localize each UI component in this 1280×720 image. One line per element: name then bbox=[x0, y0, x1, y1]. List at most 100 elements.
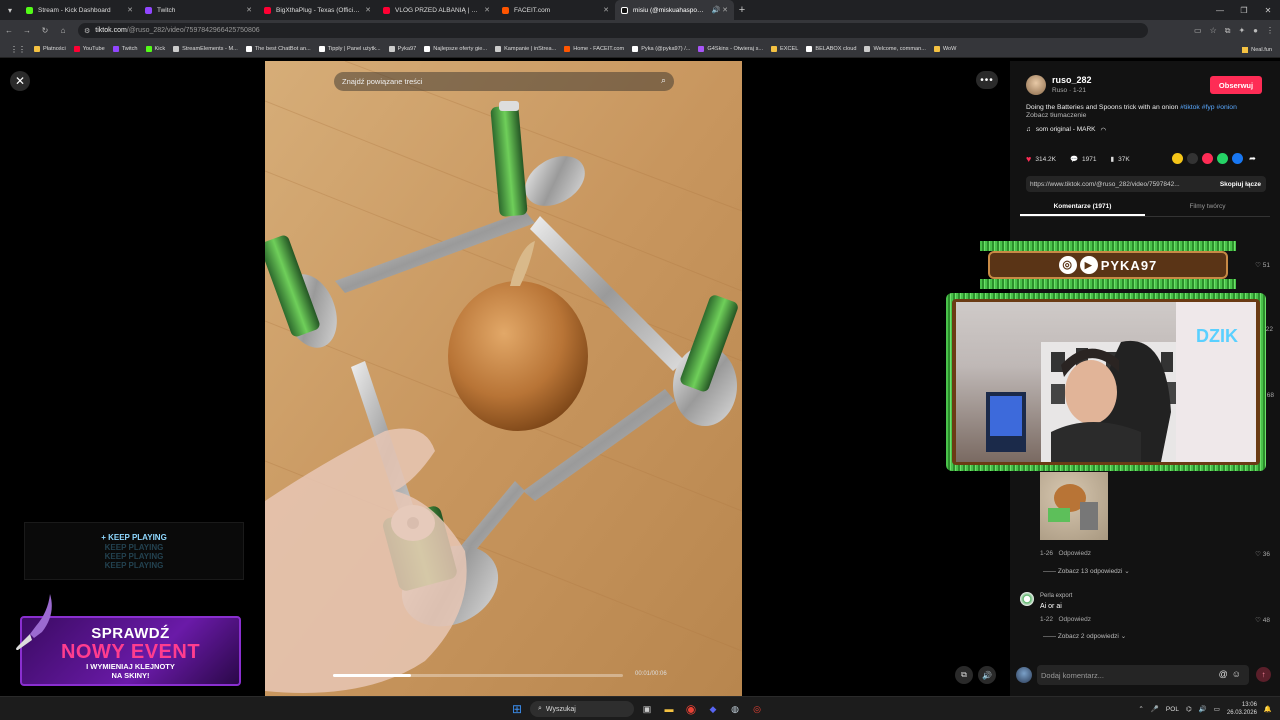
steam-icon[interactable]: ◍ bbox=[726, 700, 744, 718]
comment-image[interactable] bbox=[1040, 472, 1108, 540]
comment-like-count[interactable]: ♡ 36 bbox=[1255, 550, 1270, 558]
bookmark-item[interactable]: Twitch bbox=[109, 46, 142, 52]
new-tab-button[interactable]: + bbox=[734, 4, 750, 16]
mic-icon[interactable]: 🎤 bbox=[1151, 705, 1159, 713]
pip-icon[interactable]: ⧉ bbox=[955, 666, 973, 684]
pink-share-icon[interactable] bbox=[1202, 153, 1213, 164]
language-indicator[interactable]: POL bbox=[1166, 706, 1179, 713]
comment-avatar[interactable] bbox=[1020, 592, 1034, 606]
profile-icon[interactable]: ● bbox=[1253, 26, 1258, 35]
tab-comments[interactable]: Komentarze (1971) bbox=[1020, 199, 1145, 216]
follow-button[interactable]: Obserwuj bbox=[1210, 76, 1262, 94]
reply-button[interactable]: Odpowiedz bbox=[1058, 550, 1091, 557]
related-search-input[interactable]: Znajdź powiązane treści ⌕ bbox=[334, 72, 674, 91]
bookmark-item[interactable]: Pyka97 bbox=[385, 46, 421, 52]
task-view-icon[interactable]: ▣ bbox=[638, 700, 656, 718]
embed-icon[interactable] bbox=[1187, 153, 1198, 164]
minimize-icon[interactable]: — bbox=[1208, 0, 1232, 20]
extensions-icon[interactable]: ⧉ bbox=[1225, 26, 1231, 36]
cast-icon[interactable]: ▭ bbox=[1194, 26, 1202, 35]
hashtags[interactable]: #tiktok #fyp #onion bbox=[1180, 104, 1237, 111]
view-replies-link[interactable]: —— Zobacz 2 odpowiedzi ⌄ bbox=[1043, 632, 1126, 640]
app-icon[interactable]: ◎ bbox=[748, 700, 766, 718]
chrome-icon[interactable]: ◉ bbox=[682, 700, 700, 718]
tab-faceit[interactable]: FACEIT.com ✕ bbox=[496, 0, 615, 20]
maximize-icon[interactable]: ❐ bbox=[1232, 0, 1256, 20]
menu-kebab-icon[interactable]: ⋮ bbox=[1266, 26, 1274, 35]
bookmark-item[interactable]: G4Skins - Otwieraj s... bbox=[694, 46, 767, 52]
see-translation-link[interactable]: Zobacz tłumaczenie bbox=[1026, 112, 1086, 119]
clock[interactable]: 13:06 26.03.2026 bbox=[1227, 701, 1257, 717]
bookmark-item[interactable]: Home - FACEIT.com bbox=[560, 46, 628, 52]
comment-like-count[interactable]: ♡ 51 bbox=[1255, 261, 1270, 269]
whatsapp-icon[interactable] bbox=[1217, 153, 1228, 164]
comment-stat[interactable]: 💬 1971 bbox=[1070, 155, 1097, 164]
video-link[interactable]: https://www.tiktok.com/@ruso_282/video/7… bbox=[1030, 181, 1215, 188]
windows-start-icon[interactable]: ⊞ bbox=[508, 700, 526, 718]
bookmark-star-icon[interactable]: ☆ bbox=[1210, 26, 1217, 35]
reload-icon[interactable]: ↻ bbox=[36, 20, 54, 41]
apps-grid-icon[interactable]: ⋮⋮ bbox=[6, 45, 30, 54]
tab-creator-videos[interactable]: Filmy twórcy bbox=[1145, 199, 1270, 216]
comment-input[interactable]: Dodaj komentarz... @☺ bbox=[1037, 665, 1249, 685]
bookmark-item[interactable]: Płatności bbox=[30, 46, 70, 52]
tab-search-icon[interactable]: ▾ bbox=[0, 0, 20, 20]
volume-icon[interactable]: 🔊 bbox=[978, 666, 996, 684]
copy-link-button[interactable]: Skopiuj łącze bbox=[1215, 181, 1266, 188]
comment-like-count[interactable]: 68 bbox=[1267, 392, 1274, 399]
share-arrow-icon[interactable]: ➦ bbox=[1247, 153, 1258, 164]
facebook-icon[interactable] bbox=[1232, 153, 1243, 164]
close-tab-icon[interactable]: ✕ bbox=[127, 6, 133, 14]
share-yellow-icon[interactable] bbox=[1172, 153, 1183, 164]
video-player[interactable] bbox=[265, 61, 742, 696]
tab-tiktok[interactable]: misiu (@miskuahaspoko) | 🔊 ✕ bbox=[615, 0, 734, 20]
music-row[interactable]: ♫ som original - MARK ◠ bbox=[1026, 126, 1106, 134]
close-tab-icon[interactable]: ✕ bbox=[603, 6, 609, 14]
more-options-button[interactable]: ••• bbox=[976, 71, 998, 89]
creator-username[interactable]: ruso_282 bbox=[1052, 75, 1092, 85]
tab-twitch[interactable]: Twitch ✕ bbox=[139, 0, 258, 20]
bookmark-item[interactable]: Kampanie | inStrea... bbox=[491, 46, 560, 52]
file-explorer-icon[interactable]: ▬ bbox=[660, 700, 678, 718]
bookmark-item[interactable]: EXCEL bbox=[767, 46, 802, 52]
close-window-icon[interactable]: ✕ bbox=[1256, 0, 1280, 20]
video-progress-bar[interactable] bbox=[333, 674, 623, 677]
reply-button[interactable]: Odpowiedz bbox=[1058, 616, 1091, 623]
bookmark-item[interactable]: Kick bbox=[142, 46, 170, 52]
bookmark-item[interactable]: BELABOX cloud bbox=[802, 46, 860, 52]
like-stat[interactable]: ♥ 314.2K bbox=[1026, 154, 1056, 164]
creator-avatar[interactable] bbox=[1026, 75, 1046, 95]
mention-emoji-icons[interactable]: @☺ bbox=[1219, 669, 1245, 679]
taskbar-search[interactable]: ⌕ Wyszukaj bbox=[530, 701, 634, 717]
tray-chevron-icon[interactable]: ⌃ bbox=[1138, 705, 1143, 713]
bookmark-item[interactable]: Najlepsze oferty gie... bbox=[420, 46, 491, 52]
view-replies-link[interactable]: —— Zobacz 13 odpowiedzi ⌄ bbox=[1043, 567, 1130, 575]
forward-icon[interactable]: → bbox=[18, 20, 36, 41]
comment-like-count[interactable]: ♡ 48 bbox=[1255, 616, 1270, 624]
bookmark-item[interactable]: StreamElements - M... bbox=[169, 46, 242, 52]
bookmark-item[interactable]: Welcome, comman... bbox=[860, 46, 929, 52]
bookmark-item[interactable]: WoW bbox=[930, 46, 961, 52]
close-player-button[interactable]: ✕ bbox=[10, 71, 30, 91]
discord-icon[interactable]: ◆ bbox=[704, 700, 722, 718]
puzzle-icon[interactable]: ✦ bbox=[1238, 26, 1245, 35]
battery-icon[interactable]: ▭ bbox=[1214, 705, 1220, 713]
notification-icon[interactable]: 🔔 bbox=[1264, 705, 1272, 713]
back-icon[interactable]: ← bbox=[0, 20, 18, 41]
speaker-icon[interactable]: 🔊 bbox=[1199, 705, 1207, 713]
close-tab-icon[interactable]: ✕ bbox=[484, 6, 490, 14]
network-icon[interactable]: ⌬ bbox=[1186, 705, 1192, 713]
tab-kick-dashboard[interactable]: Stream - Kick Dashboard ✕ bbox=[20, 0, 139, 20]
search-icon[interactable]: ⌕ bbox=[661, 75, 666, 86]
bookmark-item[interactable]: The best ChatBot an... bbox=[242, 46, 315, 52]
comment-like-count[interactable]: 22 bbox=[1266, 326, 1273, 333]
close-tab-icon[interactable]: ✕ bbox=[246, 6, 252, 14]
close-tab-icon[interactable]: ✕ bbox=[365, 6, 371, 14]
tab-youtube-bigxthaplug[interactable]: BigXthaPlug - Texas (Official M ✕ bbox=[258, 0, 377, 20]
send-comment-button[interactable]: ↑ bbox=[1256, 667, 1271, 682]
home-icon[interactable]: ⌂ bbox=[54, 20, 72, 41]
site-info-icon[interactable]: ⚙ bbox=[84, 27, 90, 35]
bookmark-item[interactable]: Pyka (@pyka97) /... bbox=[628, 46, 694, 52]
bookmark-item[interactable]: YouTube bbox=[70, 46, 109, 52]
tab-youtube-vlog[interactable]: VLOG PRZED ALBANIĄ | Cały vi ✕ bbox=[377, 0, 496, 20]
